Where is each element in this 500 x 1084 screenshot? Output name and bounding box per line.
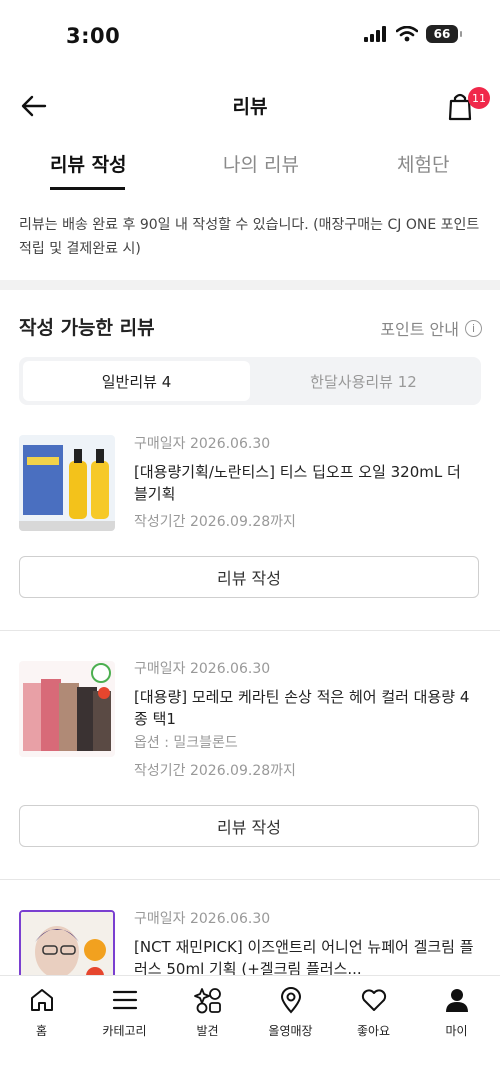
review-period: 작성기간 2026.09.28까지	[134, 763, 296, 779]
nav-label: 마이	[445, 1024, 468, 1038]
tab-my-reviews[interactable]: 나의 리뷰	[223, 150, 299, 177]
nav-discover[interactable]: 발견	[166, 984, 249, 1039]
product-thumbnail	[19, 435, 115, 531]
status-icons: 66	[364, 25, 462, 43]
nav-label: 좋아요	[356, 1024, 391, 1038]
cleansing-oil-image	[19, 435, 115, 531]
purchase-date: 구매일자 2026.06.30	[134, 911, 271, 927]
menu-icon	[112, 990, 137, 1010]
product-thumbnail	[19, 661, 115, 757]
nav-label: 홈	[35, 1024, 48, 1038]
location-pin-icon	[280, 987, 301, 1014]
home-icon	[30, 989, 53, 1011]
heart-icon	[361, 989, 386, 1011]
hair-color-image	[19, 661, 115, 757]
review-item: 구매일자 2026.06.30 [NCT 재민PICK] 이즈앤트리 어니언 뉴…	[0, 908, 500, 975]
review-period: 작성기간 2026.09.28까지	[134, 514, 296, 530]
discover-icon	[193, 988, 221, 1014]
nav-label: 발견	[196, 1024, 219, 1038]
product-name[interactable]: [대용량기획/노란티스] 티스 딥오프 오일 320mL 더블기획	[134, 461, 474, 505]
status-time: 3:00	[66, 24, 121, 48]
section-divider	[0, 280, 500, 290]
review-tabs: 리뷰 작성 나의 리뷰 체험단	[0, 140, 500, 194]
cart-count-badge: 11	[468, 87, 490, 109]
review-type-segment: 일반리뷰 4 한달사용리뷰 12	[19, 357, 481, 405]
point-info-label: 포인트 안내	[380, 320, 459, 339]
nav-likes[interactable]: 좋아요	[332, 984, 415, 1039]
segment-monthly-review[interactable]: 한달사용리뷰 12	[250, 361, 477, 401]
info-icon: i	[465, 319, 482, 337]
status-bar: 3:00 66	[0, 0, 500, 70]
signal-icon	[364, 26, 386, 42]
write-review-button[interactable]: 리뷰 작성	[19, 805, 479, 847]
product-name[interactable]: [대용량] 모레모 케라틴 손상 적은 헤어 컬러 대용량 4종 택1	[134, 686, 474, 730]
app-header: 리뷰	[0, 78, 500, 134]
page-title: 리뷰	[232, 96, 268, 118]
product-thumbnail	[19, 910, 115, 975]
tab-write-review[interactable]: 리뷰 작성	[50, 150, 127, 177]
segment-general-review[interactable]: 일반리뷰 4	[23, 361, 250, 401]
product-info: 구매일자 2026.06.30 [대용량] 모레모 케라틴 손상 적은 헤어 컬…	[134, 658, 474, 782]
bottom-nav: 홈 카테고리 발견 올영매장 좋아요 마이	[0, 975, 500, 1084]
purchase-date: 구매일자 2026.06.30	[134, 661, 271, 677]
section-title: 작성 가능한 리뷰	[19, 317, 155, 339]
tab-experience-group[interactable]: 체험단	[397, 150, 449, 177]
product-name[interactable]: [NCT 재민PICK] 이즈앤트리 어니언 뉴페어 겔크림 플러스 50ml …	[134, 936, 474, 975]
user-icon	[445, 989, 468, 1012]
skincare-promo-image	[21, 912, 113, 975]
nav-store[interactable]: 올영매장	[249, 984, 332, 1039]
point-info-link[interactable]: 포인트 안내 i	[380, 316, 482, 340]
nav-category[interactable]: 카테고리	[83, 984, 166, 1039]
item-divider	[0, 630, 500, 631]
nav-home[interactable]: 홈	[0, 984, 83, 1039]
product-info: 구매일자 2026.06.30 [대용량기획/노란티스] 티스 딥오프 오일 3…	[134, 433, 474, 533]
product-info: 구매일자 2026.06.30 [NCT 재민PICK] 이즈앤트리 어니언 뉴…	[134, 908, 474, 975]
purchase-date: 구매일자 2026.06.30	[134, 436, 271, 452]
item-divider	[0, 879, 500, 880]
nav-label: 카테고리	[102, 1024, 147, 1038]
write-review-button[interactable]: 리뷰 작성	[19, 556, 479, 598]
battery-indicator: 66	[426, 25, 462, 43]
review-notice: 리뷰는 배송 완료 후 90일 내 작성할 수 있습니다. (매장구매는 CJ …	[19, 217, 480, 257]
product-option: 옵션 : 밀크블론드	[134, 735, 238, 751]
nav-label: 올영매장	[268, 1024, 313, 1038]
wifi-icon	[396, 26, 418, 42]
nav-my[interactable]: 마이	[415, 984, 498, 1039]
active-tab-indicator	[50, 187, 125, 190]
